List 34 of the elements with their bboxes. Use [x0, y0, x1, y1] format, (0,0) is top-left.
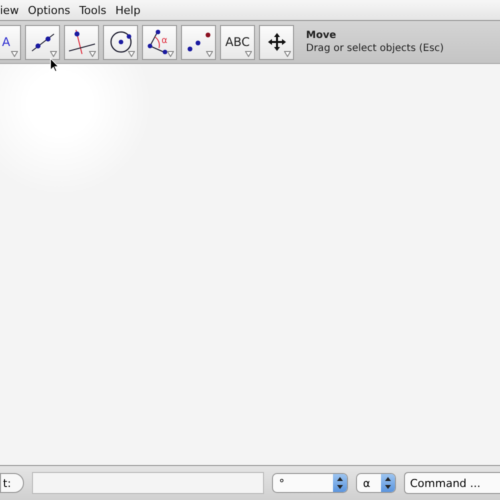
symbol-dropdown[interactable]: α: [356, 473, 396, 493]
tool-button[interactable]: [259, 24, 294, 60]
points-tool-icon: [186, 31, 212, 53]
circle-tool-icon: [108, 30, 132, 54]
dropdown-triangle-icon: [284, 50, 291, 56]
menu-item[interactable]: Tools: [79, 4, 106, 16]
tool-button[interactable]: ABC: [220, 24, 255, 60]
dropdown-triangle-icon: [128, 50, 135, 56]
dropdown-triangle-icon: [11, 50, 18, 56]
tool-button[interactable]: [25, 24, 60, 60]
input-button[interactable]: t:: [0, 473, 24, 493]
line-tool-icon: [30, 31, 56, 53]
cursor-icon: [50, 58, 59, 72]
tool-description: Drag or select objects (Esc): [306, 42, 444, 55]
dropdown-triangle-icon: [245, 50, 252, 56]
stepper-icon: [381, 474, 395, 492]
tool-button[interactable]: [181, 24, 216, 60]
tool-button[interactable]: A: [0, 24, 21, 60]
dropdown-triangle-icon: [89, 50, 96, 56]
command-dropdown[interactable]: Command ...: [404, 472, 500, 494]
dropdown-triangle-icon: [167, 50, 174, 56]
menu-item[interactable]: Options: [28, 4, 70, 16]
move-icon: [266, 32, 286, 52]
input-field[interactable]: [32, 472, 264, 494]
dropdown-triangle-icon: [206, 50, 213, 56]
tool-name: Move: [306, 29, 338, 42]
perpendicular-tool-icon: [68, 29, 96, 55]
tool-button[interactable]: [64, 24, 99, 60]
menu-item[interactable]: Help: [115, 4, 140, 16]
dropdown-triangle-icon: [50, 50, 57, 56]
tool-button[interactable]: [103, 24, 138, 60]
degree-dropdown[interactable]: °: [272, 473, 348, 493]
stepper-icon: [333, 474, 347, 492]
menu-item[interactable]: iew: [0, 4, 19, 16]
